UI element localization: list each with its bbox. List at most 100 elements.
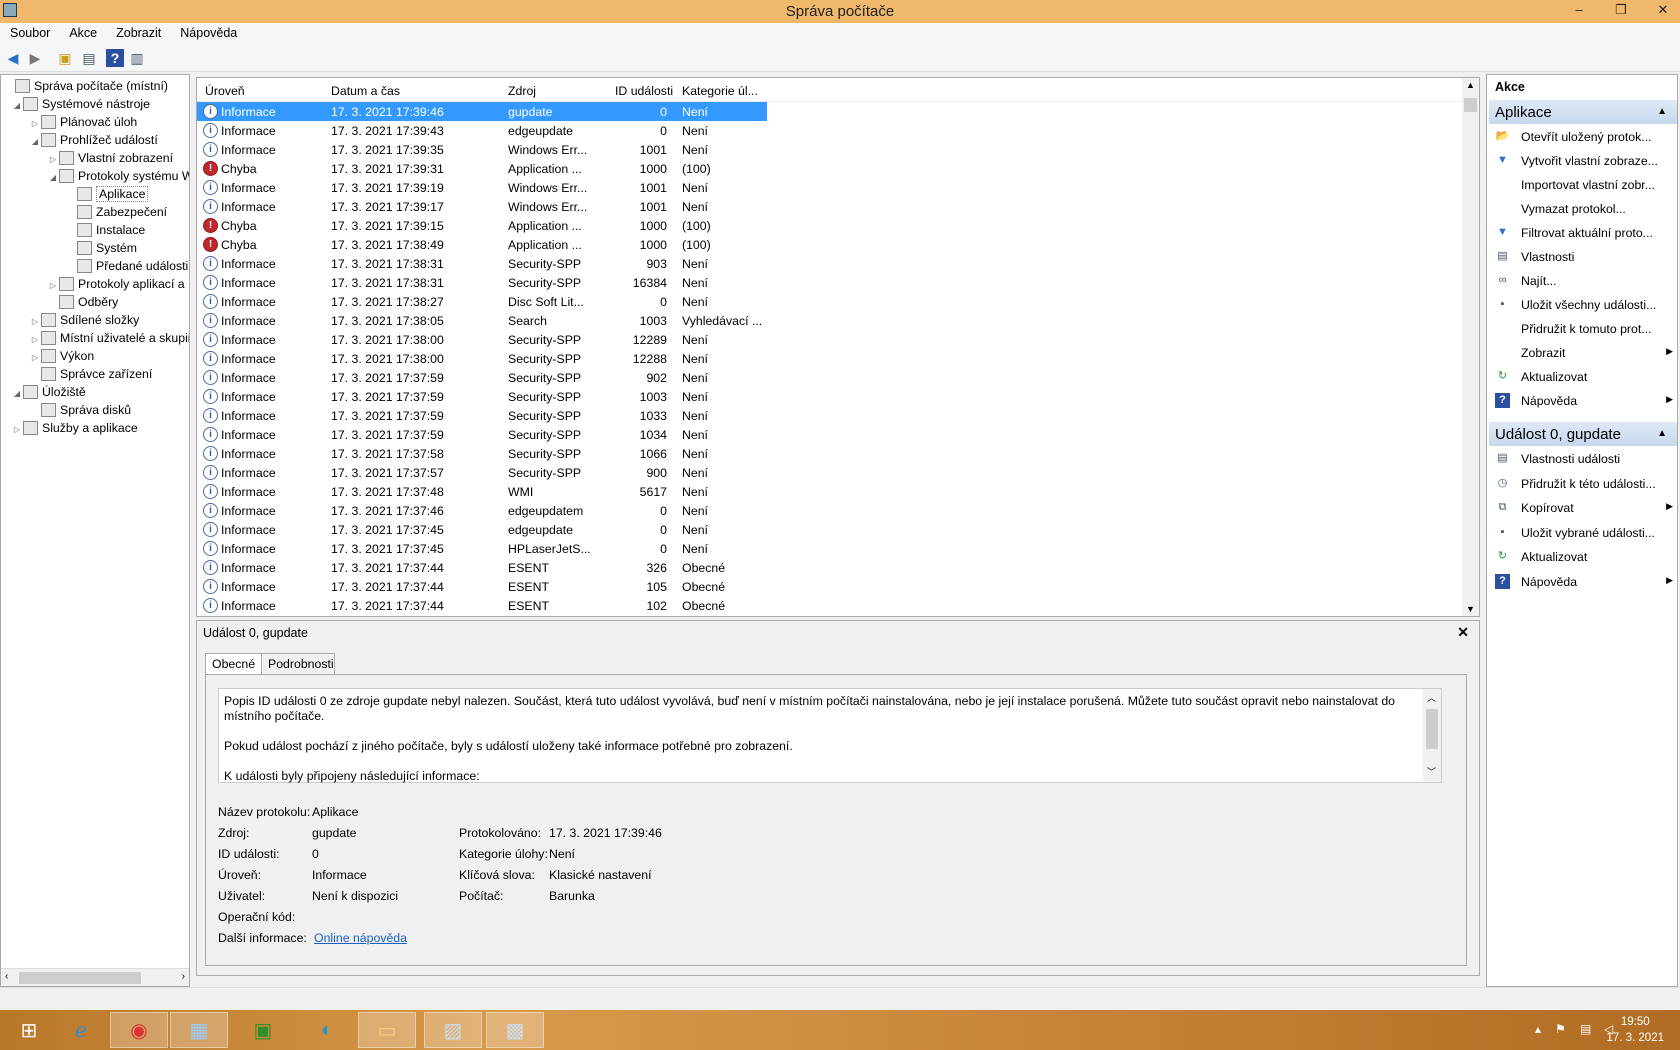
column-source[interactable]: Zdroj [508,84,536,98]
table-row[interactable]: i Informace 17. 3. 2021 17:37:58 Security-S… [197,444,767,463]
description-scrollbar[interactable]: ︿ ﹀ [1423,689,1441,782]
table-row[interactable]: i Informace 17. 3. 2021 17:39:19 Windows Er… [197,178,767,197]
table-row[interactable]: ! Chyba 17. 3. 2021 17:39:31 Application ..… [197,159,767,178]
action-item[interactable]: ▼ Vytvořit vlastní zobraze... [1495,151,1673,171]
expander-icon[interactable]: ▷ [29,331,41,348]
menu-action[interactable]: Akce [59,23,106,40]
tree-scrollbar[interactable]: ‹ › [1,968,189,986]
tree-item[interactable]: ▷ Vlastní zobrazení [47,150,173,167]
table-row[interactable]: i Informace 17. 3. 2021 17:38:31 Security-S… [197,273,767,292]
event-list-scrollbar[interactable]: ▲ ▼ [1462,78,1479,616]
table-row[interactable]: i Informace 17. 3. 2021 17:37:48 WMI 5617 Nen… [197,482,767,501]
show-hide-tree-icon[interactable]: ▤ [80,49,98,67]
table-row[interactable]: i Informace 17. 3. 2021 17:37:45 HPLaserJet… [197,539,767,558]
tree-item[interactable]: Odběry [47,294,118,311]
action-item[interactable]: ▤ Vlastnosti události [1495,449,1673,469]
action-item[interactable]: ↻ Aktualizovat [1495,547,1673,567]
actions-section-event[interactable]: Událost 0, gupdate ▲ [1489,422,1677,446]
table-row[interactable]: i Informace 17. 3. 2021 17:37:59 Security-S… [197,425,767,444]
action-item[interactable]: 📂 Otevřít uložený protok... [1495,127,1673,147]
action-item[interactable]: ▤ Vlastnosti [1495,247,1673,267]
action-item[interactable]: Přidružit k tomuto prot... [1495,319,1673,339]
table-row[interactable]: ! Chyba 17. 3. 2021 17:38:49 Application ..… [197,235,767,254]
show-hidden-icons-icon[interactable]: ▴ [1535,1022,1541,1036]
table-row[interactable]: i Informace 17. 3. 2021 17:38:31 Security-S… [197,254,767,273]
help-icon[interactable]: ? [106,49,124,67]
control-panel-icon[interactable]: ▦ [170,1012,228,1048]
tab-details[interactable]: Podrobnosti [261,653,335,675]
table-row[interactable]: i Informace 17. 3. 2021 17:39:17 Windows Er… [197,197,767,216]
edge-icon[interactable]: ◐ [298,1012,356,1048]
action-item[interactable]: ▼ Filtrovat aktuální proto... [1495,223,1673,243]
tree-item[interactable]: Správce zařízení [29,366,152,383]
internet-explorer-icon[interactable]: ℯ [52,1012,110,1048]
table-row[interactable]: i Informace 17. 3. 2021 17:37:44 ESENT 326 Ob… [197,558,767,577]
expander-icon[interactable]: ◢ [11,385,23,402]
table-row[interactable]: i Informace 17. 3. 2021 17:38:27 Disc Soft … [197,292,767,311]
tree-item[interactable]: Správa počítače (místní) [3,78,168,95]
tree-item[interactable]: Aplikace [65,186,149,203]
table-row[interactable]: i Informace 17. 3. 2021 17:37:57 Security-S… [197,463,767,482]
tree-item[interactable]: Instalace [65,222,145,239]
table-row[interactable]: i Informace 17. 3. 2021 17:37:59 Security-S… [197,368,767,387]
tree-item[interactable]: ◢ Protokoly systému W [47,168,189,186]
minimize-button[interactable]: – [1568,0,1590,20]
expander-icon[interactable]: ◢ [47,169,59,186]
scrollbar-thumb[interactable] [19,972,141,984]
column-level[interactable]: Úroveň [205,84,245,98]
expander-icon[interactable]: ▷ [29,313,41,330]
table-row[interactable]: ! Chyba 17. 3. 2021 17:39:15 Application ..… [197,216,767,235]
actions-section-log[interactable]: Aplikace ▲ [1489,100,1677,124]
restore-button[interactable]: ❐ [1610,0,1632,20]
expander-icon[interactable]: ▷ [29,349,41,366]
photos-icon[interactable]: ▨ [424,1012,482,1048]
table-row[interactable]: i Informace 17. 3. 2021 17:37:59 Security-S… [197,387,767,406]
action-item[interactable]: ▪ Uložit všechny události... [1495,295,1673,315]
scrollbar-thumb[interactable] [1464,98,1477,112]
expander-icon[interactable]: ▷ [29,115,41,132]
action-item[interactable]: Importovat vlastní zobr... [1495,175,1673,195]
expander-icon[interactable]: ▷ [47,151,59,168]
tree-item[interactable]: ▷ Služby a aplikace [11,420,138,437]
table-row[interactable]: i Informace 17. 3. 2021 17:37:44 ESENT 102 Ob… [197,596,767,615]
tree-item[interactable]: ▷ Výkon [29,348,94,365]
action-item[interactable]: ? Nápověda ▶ [1495,391,1673,411]
action-item[interactable]: ◷ Přidružit k této události... [1495,474,1673,494]
action-item[interactable]: ? Nápověda ▶ [1495,572,1673,592]
network-icon[interactable]: ▤ [1580,1022,1591,1036]
forward-icon[interactable]: ▶ [26,49,44,67]
table-row[interactable]: i Informace 17. 3. 2021 17:38:00 Security-S… [197,349,767,368]
table-row[interactable]: i Informace 17. 3. 2021 17:39:43 edgeupdate… [197,121,767,140]
tab-general[interactable]: Obecné [205,653,262,676]
table-row[interactable]: i Informace 17. 3. 2021 17:37:46 edgeupdate… [197,501,767,520]
action-item[interactable]: ∞ Najít... [1495,271,1673,291]
show-hide-action-pane-icon[interactable]: ▥ [128,49,146,67]
tree-item[interactable]: Zabezpečení [65,204,167,221]
action-item[interactable]: Vymazat protokol... [1495,199,1673,219]
file-explorer-icon[interactable]: ▭ [358,1012,416,1048]
tree-item[interactable]: Systém [65,240,137,257]
table-row[interactable]: i Informace 17. 3. 2021 17:38:00 Security-S… [197,330,767,349]
table-row[interactable]: i Informace 17. 3. 2021 17:39:46 gupdate 0 Ne… [197,102,767,121]
tree-item[interactable]: ◢ Úložiště [11,384,86,401]
menu-help[interactable]: Nápověda [170,23,246,40]
menu-view[interactable]: Zobrazit [106,23,170,40]
expander-icon[interactable]: ◢ [29,133,41,150]
table-row[interactable]: i Informace 17. 3. 2021 17:37:44 ESENT 105 Ob… [197,577,767,596]
start-icon[interactable]: ⊞ [0,1012,58,1048]
table-row[interactable]: i Informace 17. 3. 2021 17:38:05 Search 1003… [197,311,767,330]
tree-item[interactable]: ▷ Sdílené složky [29,312,139,329]
store-icon[interactable]: ▣ [234,1012,292,1048]
up-folder-icon[interactable]: ▣ [56,49,74,67]
clock[interactable]: 19:50 17. 3. 2021 [1606,1014,1664,1046]
online-help-link[interactable]: Online nápověda [314,931,407,945]
table-row[interactable]: i Informace 17. 3. 2021 17:37:45 edgeupdate… [197,520,767,539]
description-box[interactable]: Popis ID události 0 ze zdroje gupdate ne… [218,688,1442,783]
column-event-id[interactable]: ID události [615,84,673,98]
action-item[interactable]: ↻ Aktualizovat [1495,367,1673,387]
tree-item[interactable]: ▷ Místní uživatelé a skupin [29,330,189,348]
action-item[interactable]: Zobrazit ▶ [1495,343,1673,363]
column-task-category[interactable]: Kategorie úl... [682,84,758,98]
tree-item[interactable]: ◢ Prohlížeč událostí [29,132,158,149]
flag-icon[interactable]: ⚑ [1555,1022,1566,1036]
